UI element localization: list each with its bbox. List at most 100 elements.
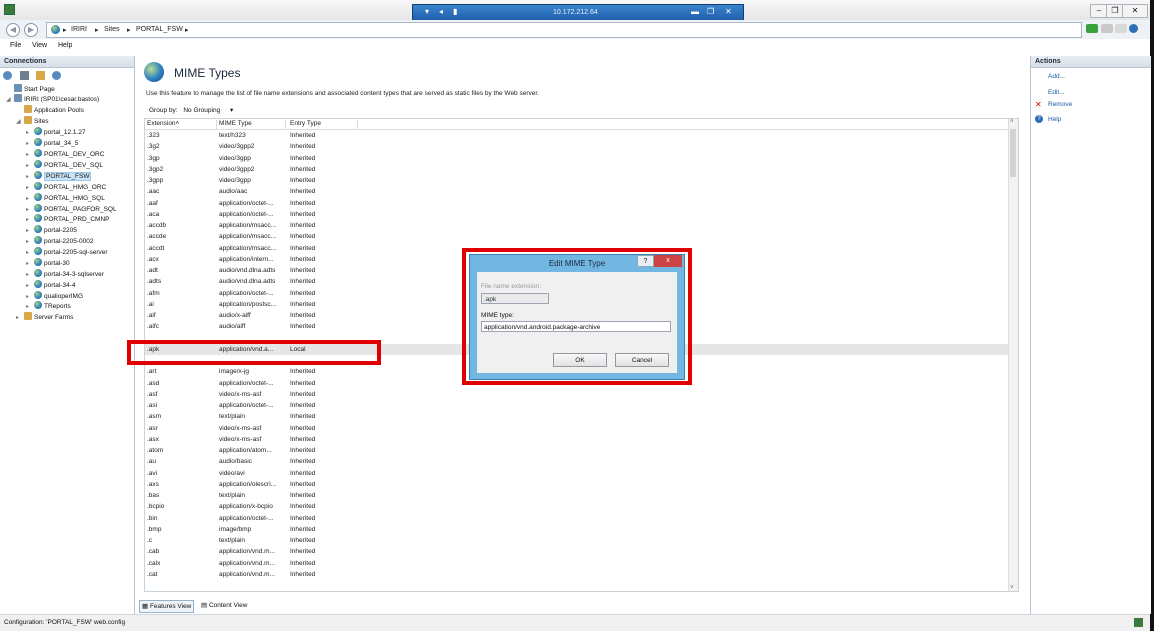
tab-content-view[interactable]: ▤ Content View [199,600,250,611]
back-button[interactable]: ◀ [6,23,20,37]
table-row[interactable]: .bmp image/bmp Inherited [145,524,1009,535]
expander-icon[interactable]: ▸ [26,128,34,138]
expander-icon[interactable]: ◢ [6,95,14,105]
tab-features-view[interactable]: ▦ Features View [139,600,195,613]
table-row[interactable]: .cat application/vnd.m... Inherited [145,569,1009,580]
tree-node[interactable]: ▸ portal-30 [26,258,70,268]
scrollbar-thumb[interactable] [1010,129,1016,177]
table-row[interactable]: .calx application/vnd.m... Inherited [145,558,1009,569]
breadcrumb-item-sites[interactable]: Sites [104,26,120,33]
table-row[interactable]: .atom application/atom... Inherited [145,445,1009,456]
pin-icon[interactable]: ▾ [425,7,429,16]
ok-button[interactable]: OK [553,353,607,367]
dialog-help-button[interactable]: ? [637,255,654,267]
tree-node[interactable]: ▸ Server Farms [16,312,73,322]
tree-node[interactable]: ◢ Sites [16,116,48,126]
group-by-select[interactable]: No Grouping [183,107,220,114]
table-row[interactable]: .aca application/octet-... Inherited [145,209,1009,220]
tree-node[interactable]: ▸ portal-2205-0002 [26,236,94,246]
toolbar-options-icon[interactable] [1115,24,1127,33]
cancel-button[interactable]: Cancel [615,353,669,367]
help-icon[interactable] [1129,24,1138,33]
table-row[interactable]: .au audio/basic Inherited [145,456,1009,467]
expander-icon[interactable]: ▸ [26,215,34,225]
table-row[interactable]: .bcpio application/x-bcpio Inherited [145,501,1009,512]
tree-node[interactable]: ▸ portal-34-4 [26,280,75,290]
table-row[interactable]: .axs application/olescri... Inherited [145,479,1009,490]
menu-file[interactable]: File [10,42,21,49]
tree-node[interactable]: Start Page [6,84,55,94]
restore-rdp-icon[interactable]: ❐ [707,7,714,16]
expander-icon[interactable]: ▸ [16,313,24,323]
table-row[interactable]: .asr video/x-ms-asf Inherited [145,423,1009,434]
dialog-close-button[interactable]: x [654,255,682,267]
table-row[interactable]: .aaf application/octet-... Inherited [145,198,1009,209]
network-icon[interactable] [1086,24,1098,33]
expander-icon[interactable]: ▸ [26,259,34,269]
tree-node[interactable]: ◢ IRIRI (SP01\cesar.bastos) [6,94,99,104]
table-row[interactable]: .asm text/plain Inherited [145,411,1009,422]
table-row[interactable]: .cab application/vnd.m... Inherited [145,546,1009,557]
save-icon[interactable] [20,71,29,80]
table-row[interactable]: .asf video/x-ms-asf Inherited [145,389,1009,400]
table-row[interactable]: .3gp video/3gpp Inherited [145,153,1009,164]
tree-node[interactable]: ▸ portal_12.1.27 [26,127,86,137]
close-rdp-icon[interactable]: ✕ [725,7,732,16]
column-header-extension[interactable]: Extension˄ [147,120,217,129]
minimize-rdp-icon[interactable]: ▬ [691,7,699,16]
expander-icon[interactable]: ◢ [16,117,24,127]
table-row[interactable]: .c text/plain Inherited [145,535,1009,546]
table-row[interactable]: .asi application/octet-... Inherited [145,400,1009,411]
tree-node[interactable]: ▸ portal_34_5 [26,138,78,148]
tree-node[interactable]: ▸ portal-2205-sql-server [26,247,108,257]
scroll-down-icon[interactable]: ˅ [1010,585,1014,591]
table-row[interactable]: .323 text/h323 Inherited [145,130,1009,141]
action-remove[interactable]: Remove [1048,101,1072,108]
table-row[interactable]: .3gpp video/3gpp Inherited [145,175,1009,186]
breadcrumb-item-site[interactable]: PORTAL_FSW [136,26,183,33]
tree-node[interactable]: ▸ PORTAL_HMG_SQL [26,193,105,203]
expander-icon[interactable]: ▸ [26,281,34,291]
disconnect-icon[interactable] [52,71,61,80]
scroll-up-icon[interactable]: ˄ [1010,119,1014,125]
close-button[interactable]: ✕ [1122,4,1148,18]
table-row[interactable]: .bin application/octet-... Inherited [145,513,1009,524]
remove-icon[interactable]: ✕ [1035,100,1042,109]
table-row[interactable]: .accde application/msacc... Inherited [145,231,1009,242]
expander-icon[interactable]: ▸ [26,237,34,247]
breadcrumb[interactable]: ▸ IRIRI ▸ Sites ▸ PORTAL_FSW ▸ [46,22,1082,38]
tree-node[interactable]: ▸ qualioperIMG [26,291,83,301]
table-row[interactable]: .accdb application/msacc... Inherited [145,220,1009,231]
forward-button[interactable]: ▶ [24,23,38,37]
mime-type-field[interactable]: application/vnd.android.package-archive [481,321,671,332]
expander-icon[interactable]: ▸ [26,161,34,171]
mail-icon[interactable] [1101,24,1113,33]
expander-icon[interactable]: ▸ [26,150,34,160]
tree-node[interactable]: ▸ portal-34-3-sqlserver [26,269,104,279]
table-row[interactable]: .aac audio/aac Inherited [145,186,1009,197]
column-header-mime-type[interactable]: MIME Type [219,120,286,129]
tree-node[interactable]: ▸ PORTAL_DEV_SQL [26,160,103,170]
tree-node[interactable]: ▸ PORTAL_DEV_ORC [26,149,104,159]
expander-icon[interactable]: ▸ [26,139,34,149]
table-row[interactable]: .bas text/plain Inherited [145,490,1009,501]
table-row[interactable]: .asx video/x-ms-asf Inherited [145,434,1009,445]
action-add[interactable]: Add... [1048,73,1065,80]
chevron-down-icon[interactable]: ▾ [230,107,233,114]
column-header-entry-type[interactable]: Entry Type [290,120,358,129]
connect-icon[interactable] [3,71,12,80]
breadcrumb-item-server[interactable]: IRIRI [71,26,87,33]
expander-icon[interactable]: ▸ [26,226,34,236]
expander-icon[interactable]: ▸ [26,194,34,204]
menu-view[interactable]: View [32,42,47,49]
menu-help[interactable]: Help [58,42,72,49]
help-action-icon[interactable]: ? [1035,115,1043,123]
action-help[interactable]: Help [1048,116,1061,123]
tree-node[interactable]: ▸ TReports [26,301,71,311]
tree-node[interactable]: ▸ portal-2205 [26,225,77,235]
expander-icon[interactable]: ▸ [26,183,34,193]
tree-node[interactable]: ▸ PORTAL_PAGFOR_SQL [26,204,117,214]
table-row[interactable]: .3gp2 video/3gpp2 Inherited [145,164,1009,175]
action-edit[interactable]: Edit... [1048,89,1065,96]
tree-node[interactable]: ▸ PORTAL_FSW [26,171,92,181]
